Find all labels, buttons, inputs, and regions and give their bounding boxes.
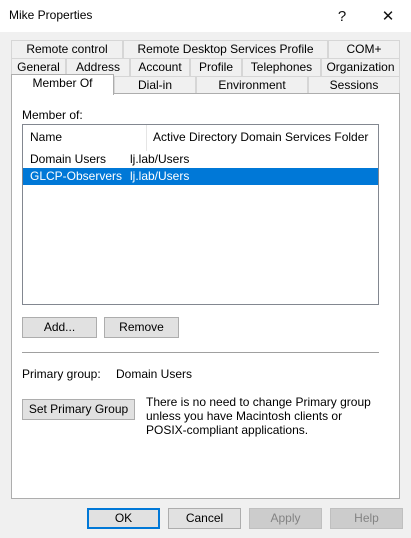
list-item[interactable]: Domain Users lj.lab/Users <box>23 151 378 168</box>
primary-group-value: Domain Users <box>116 367 193 381</box>
apply-button[interactable]: Apply <box>249 508 322 529</box>
ok-button[interactable]: OK <box>87 508 160 529</box>
tab-dial-in[interactable]: Dial-in <box>114 76 196 94</box>
member-of-listview[interactable]: Name Active Directory Domain Services Fo… <box>22 124 379 305</box>
remove-button[interactable]: Remove <box>104 317 179 338</box>
divider <box>22 352 379 353</box>
tab-account[interactable]: Account <box>130 58 190 76</box>
primary-group-label: Primary group: <box>22 367 101 381</box>
primary-group-info-text: There is no need to change Primary group… <box>146 395 371 437</box>
column-header-folder[interactable]: Active Directory Domain Services Folder <box>153 130 368 144</box>
column-separator[interactable] <box>146 125 147 151</box>
set-primary-group-button[interactable]: Set Primary Group <box>22 399 135 420</box>
list-item-name: Domain Users <box>30 152 107 166</box>
list-item-name: GLCP-Observers <box>30 169 123 183</box>
member-of-label: Member of: <box>22 108 83 122</box>
tab-member-of[interactable]: Member Of <box>11 74 114 95</box>
help-icon[interactable]: ? <box>319 0 365 32</box>
tab-profile[interactable]: Profile <box>190 58 242 76</box>
tab-remote-desktop-services-profile[interactable]: Remote Desktop Services Profile <box>123 40 328 58</box>
list-item-folder: lj.lab/Users <box>130 152 190 166</box>
tab-organization[interactable]: Organization <box>321 58 400 76</box>
tab-sessions[interactable]: Sessions <box>308 76 400 94</box>
list-item-selected[interactable]: GLCP-Observers lj.lab/Users <box>23 168 378 185</box>
close-icon[interactable]: ✕ <box>365 0 411 32</box>
tab-telephones[interactable]: Telephones <box>242 58 321 76</box>
column-header-name[interactable]: Name <box>30 130 62 144</box>
listview-header: Name Active Directory Domain Services Fo… <box>23 125 378 151</box>
tab-com-plus[interactable]: COM+ <box>328 40 400 58</box>
help-button[interactable]: Help <box>330 508 403 529</box>
window-title: Mike Properties <box>9 8 93 22</box>
add-button[interactable]: Add... <box>22 317 97 338</box>
tab-remote-control[interactable]: Remote control <box>11 40 123 58</box>
title-bar: Mike Properties ? ✕ <box>0 0 411 32</box>
cancel-button[interactable]: Cancel <box>168 508 241 529</box>
tab-environment[interactable]: Environment <box>196 76 308 94</box>
list-item-folder: lj.lab/Users <box>130 169 190 183</box>
